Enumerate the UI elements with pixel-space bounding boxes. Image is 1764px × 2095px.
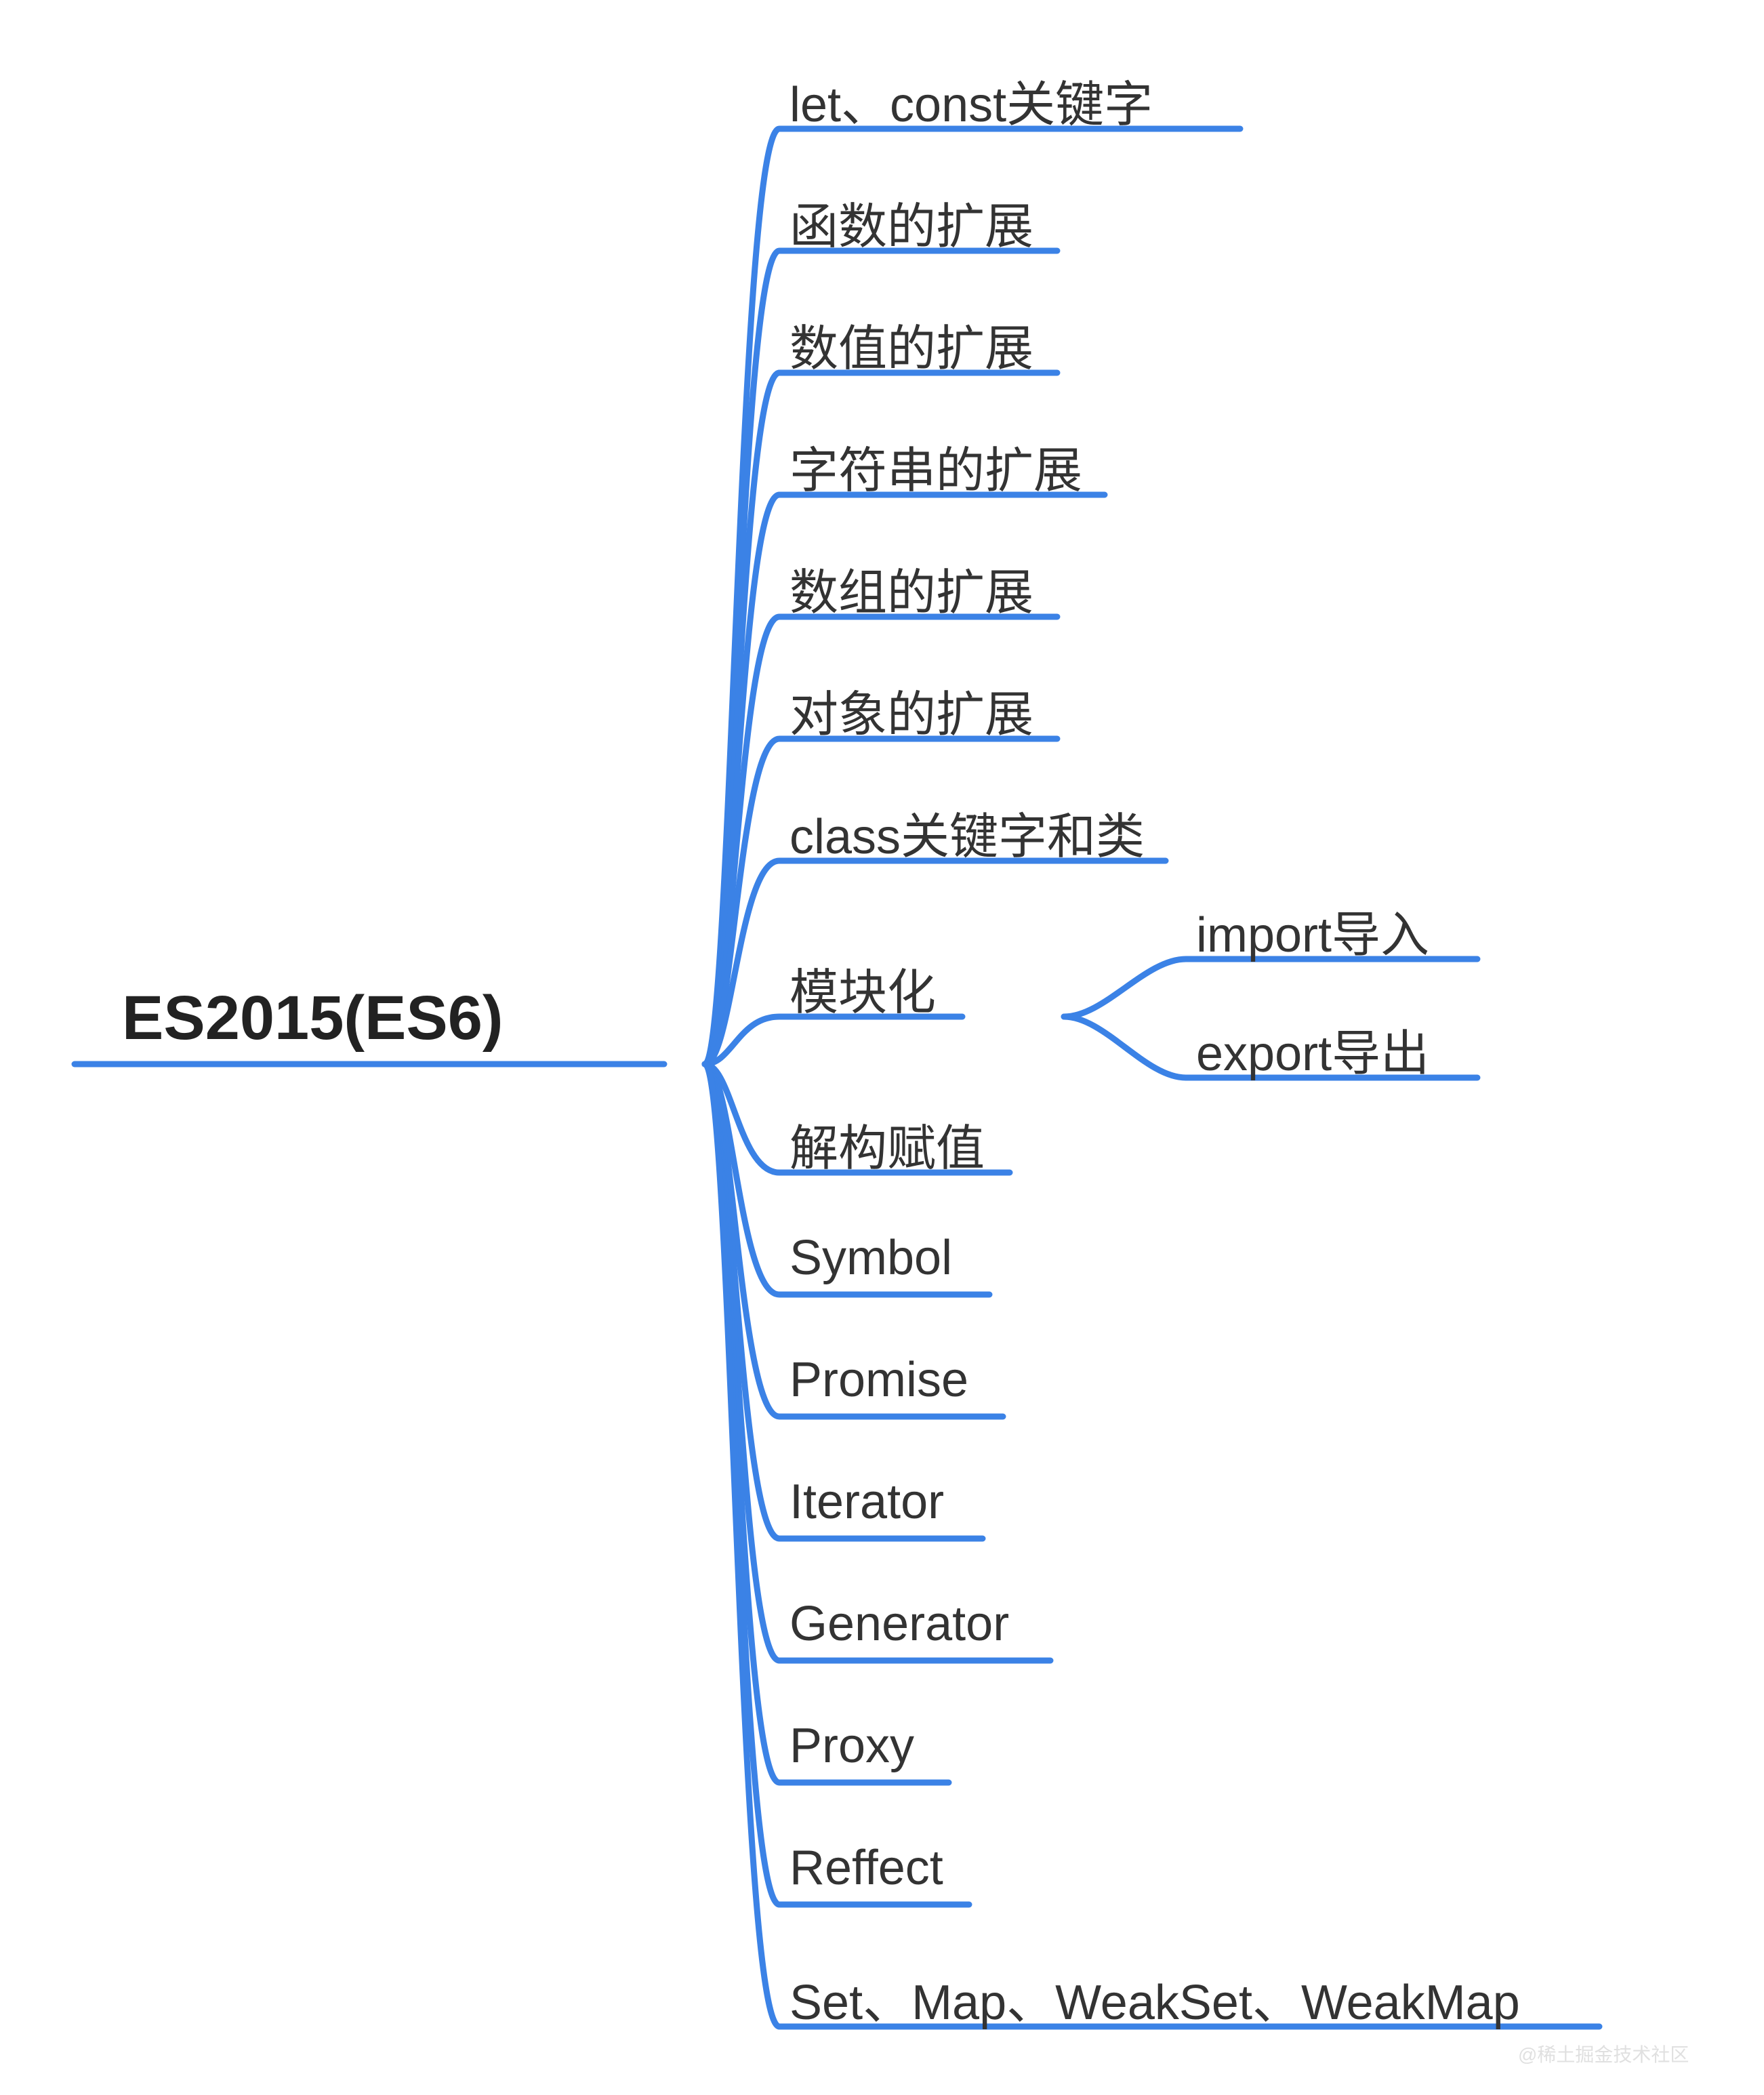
branch-node: 模块化 — [789, 952, 936, 1023]
branch-node: 对象的扩展 — [789, 674, 1033, 746]
branch-node: 字符串的扩展 — [789, 430, 1082, 502]
sub-branch-node: import导入 — [1196, 895, 1429, 966]
sub-branch-node: export导出 — [1196, 1013, 1429, 1084]
branch-node: Iterator — [789, 1474, 944, 1530]
branch-node: 函数的扩展 — [789, 186, 1033, 258]
branch-node: Reffect — [789, 1840, 943, 1896]
branch-node: let、const关键字 — [789, 64, 1153, 136]
branch-node: 数组的扩展 — [789, 552, 1033, 624]
mindmap-canvas: { "colors": { "line": "#3b82e6", "text":… — [0, 0, 1764, 2095]
branch-node: Promise — [789, 1352, 968, 1408]
branch-node: Proxy — [789, 1718, 914, 1774]
branch-node: Set、Map、WeakSet、WeakMap — [789, 1962, 1520, 2033]
root-node: ES2015(ES6) — [122, 983, 504, 1054]
branch-node: 数值的扩展 — [789, 308, 1033, 380]
branch-node: 解构赋值 — [789, 1108, 985, 1179]
watermark: @稀土掘金技术社区 — [1518, 2040, 1689, 2067]
branch-node: Symbol — [789, 1230, 952, 1286]
branch-node: class关键字和类 — [789, 796, 1145, 868]
branch-node: Generator — [789, 1596, 1009, 1652]
